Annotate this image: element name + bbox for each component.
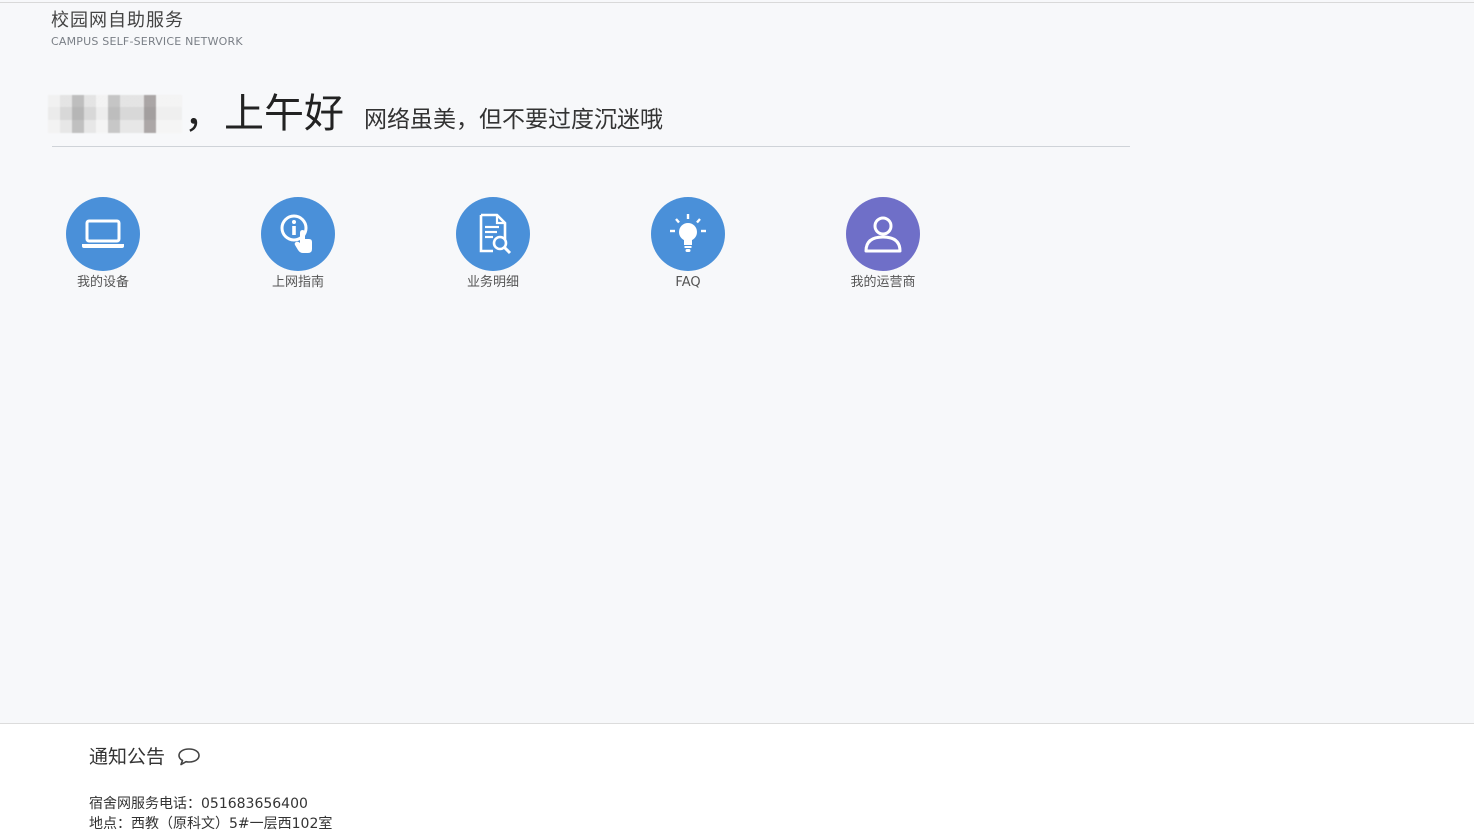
- shortcut-circle: [846, 197, 920, 271]
- shortcut-circle: [66, 197, 140, 271]
- user-icon: [864, 216, 902, 253]
- shortcut-label: 上网指南: [271, 275, 324, 290]
- divider: [52, 146, 1130, 147]
- shortcut-internet-guide[interactable]: 上网指南: [248, 197, 348, 292]
- shortcut-my-devices[interactable]: 我的设备: [53, 197, 153, 292]
- footer: 通知公告 宿舍网服务电话：051683656400 地点：西教（原科文）5#一层…: [0, 723, 1474, 838]
- shortcut-circle: [651, 197, 725, 271]
- notice-header[interactable]: 通知公告: [89, 744, 201, 770]
- greeting-row: ，上午好 网络虽美，但不要过度沉迷哦: [48, 88, 1130, 148]
- speech-bubble-icon: [178, 748, 200, 766]
- brand-subtitle: CAMPUS SELF-SERVICE NETWORK: [51, 35, 243, 48]
- top-rule: [0, 2, 1474, 3]
- shortcut-label: 我的设备: [76, 275, 129, 290]
- shortcut-faq[interactable]: FAQ: [638, 197, 738, 292]
- shortcut-circle: [261, 197, 335, 271]
- document-search-icon: [479, 213, 512, 255]
- notice-title: 通知公告: [89, 746, 166, 768]
- contact-phone: 宿舍网服务电话：051683656400: [89, 796, 308, 812]
- shortcut-circle: [456, 197, 530, 271]
- shortcut-business-details[interactable]: 业务明细: [443, 197, 543, 292]
- slogan: 网络虽美，但不要过度沉迷哦: [364, 107, 663, 133]
- contact-info: 宿舍网服务电话：051683656400 地点：西教（原科文）5#一层西102室: [89, 794, 332, 834]
- brand: 校园网自助服务 CAMPUS SELF-SERVICE NETWORK: [51, 9, 243, 50]
- shortcut-label: 我的运营商: [850, 275, 916, 290]
- shortcut-grid: 我的设备 上网指南 业务明细 FAQ 我的运营商: [56, 197, 956, 297]
- username-blurred: [48, 95, 182, 133]
- shortcut-my-carrier[interactable]: 我的运营商: [833, 197, 933, 292]
- shortcut-label: FAQ: [675, 275, 701, 290]
- laptop-icon: [82, 219, 124, 248]
- shortcut-label: 业务明细: [466, 275, 519, 290]
- brand-title: 校园网自助服务: [51, 10, 184, 31]
- greeting-text: ，上午好: [184, 91, 344, 137]
- lightbulb-icon: [670, 214, 706, 252]
- contact-address: 地点：西教（原科文）5#一层西102室: [89, 816, 333, 832]
- info-pointer-icon: [280, 214, 312, 253]
